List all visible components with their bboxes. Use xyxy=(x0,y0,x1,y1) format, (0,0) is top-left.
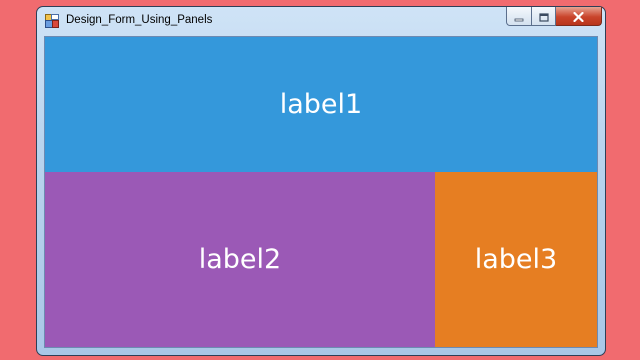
maximize-icon xyxy=(538,7,549,26)
panel-top: label1 xyxy=(45,37,597,172)
window-title: Design_Form_Using_Panels xyxy=(66,14,213,26)
window-controls xyxy=(506,7,602,27)
maximize-button[interactable] xyxy=(532,7,556,26)
form-app-icon xyxy=(45,13,59,28)
form-client-area: label1 label2 label3 xyxy=(44,36,598,348)
label3: label3 xyxy=(474,244,558,275)
panel-bottom-right: label3 xyxy=(435,172,597,347)
label2: label2 xyxy=(198,244,282,275)
close-button[interactable] xyxy=(556,7,602,26)
minimize-icon xyxy=(514,7,524,26)
label1: label1 xyxy=(279,89,363,120)
title-bar[interactable]: Design_Form_Using_Panels xyxy=(37,7,605,35)
close-icon xyxy=(573,7,584,26)
panel-bottom-left: label2 xyxy=(45,172,435,347)
app-window: Design_Form_Using_Panels label1 label2 l… xyxy=(36,6,606,356)
minimize-button[interactable] xyxy=(506,7,532,26)
